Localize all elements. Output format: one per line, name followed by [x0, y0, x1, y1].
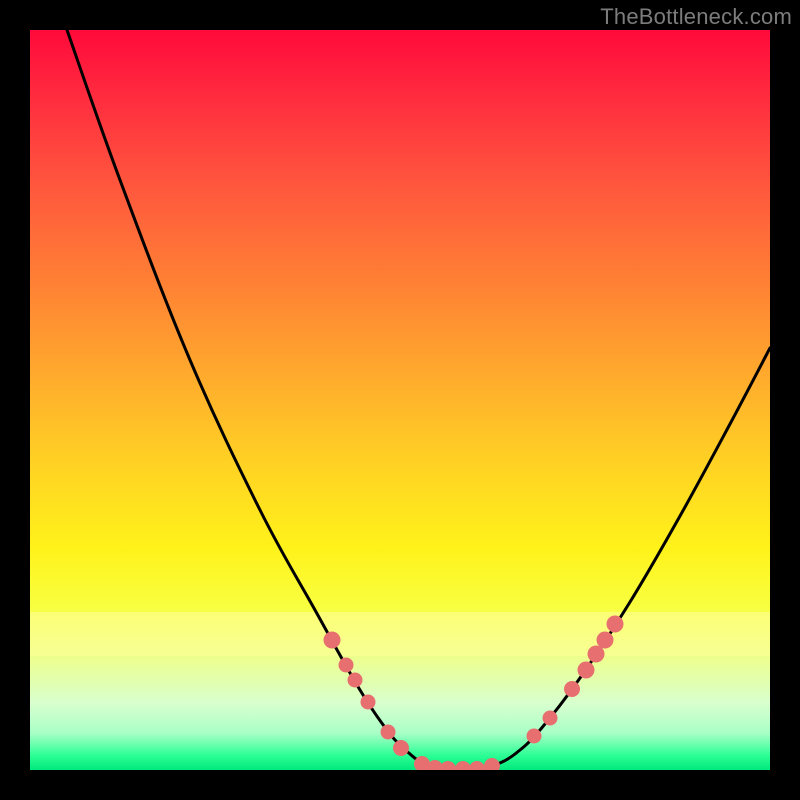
data-marker — [564, 681, 580, 697]
data-marker — [455, 761, 471, 770]
curve-right-arm — [478, 348, 770, 769]
chart-svg — [30, 30, 770, 770]
data-marker — [348, 673, 363, 688]
data-marker — [578, 662, 595, 679]
data-marker — [393, 740, 409, 756]
data-marker — [469, 761, 485, 770]
data-marker — [381, 725, 396, 740]
curve-left-arm — [67, 30, 440, 769]
data-marker — [339, 658, 354, 673]
markers-group — [324, 616, 624, 771]
data-marker — [607, 616, 624, 633]
data-marker — [440, 761, 456, 770]
data-marker — [324, 632, 341, 649]
data-marker — [484, 758, 500, 770]
chart-container: TheBottleneck.com — [0, 0, 800, 800]
data-marker — [543, 711, 558, 726]
watermark-text: TheBottleneck.com — [600, 4, 792, 30]
curves-group — [67, 30, 770, 769]
data-marker — [597, 632, 614, 649]
data-marker — [527, 729, 542, 744]
data-marker — [588, 646, 605, 663]
data-marker — [361, 695, 376, 710]
